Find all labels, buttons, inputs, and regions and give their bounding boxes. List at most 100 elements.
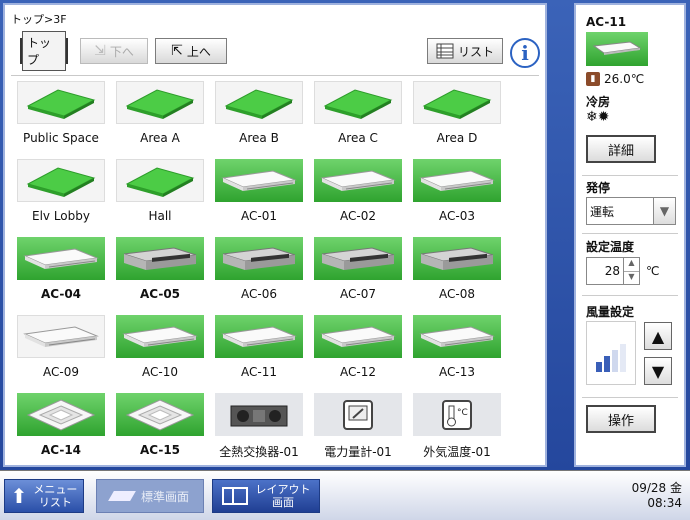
standard-screen-button[interactable]: 標準画面 bbox=[96, 479, 204, 513]
equipment-tile[interactable]: AC-03 bbox=[413, 159, 501, 229]
equipment-tile[interactable]: 全熱交換器-01 bbox=[215, 393, 303, 463]
equipment-tile-label: AC-04 bbox=[40, 287, 82, 301]
equipment-tile[interactable]: Area B bbox=[215, 81, 303, 151]
equipment-tile[interactable]: AC-15 bbox=[116, 393, 204, 463]
ceiling-ac-icon bbox=[314, 315, 402, 358]
outdoor-thermometer-icon: °C bbox=[413, 393, 501, 436]
equipment-tile-label: AC-05 bbox=[139, 287, 181, 301]
equipment-tile-label: 外気温度-01 bbox=[423, 445, 491, 459]
top-button[interactable]: トップ bbox=[20, 31, 68, 71]
equipment-tile[interactable]: Elv Lobby bbox=[17, 159, 105, 229]
equipment-tile[interactable]: AC-08 bbox=[413, 237, 501, 307]
layout-icon bbox=[221, 487, 248, 505]
cooling-fan-icon: ❄✹ bbox=[586, 109, 610, 125]
equipment-tile[interactable]: Public Space bbox=[17, 81, 105, 151]
layout-label-2: 画面 bbox=[272, 496, 294, 509]
area-zone-icon bbox=[116, 159, 204, 202]
ceiling-ac-icon bbox=[592, 41, 642, 55]
equipment-tile[interactable]: AC-09 bbox=[17, 315, 105, 385]
unit-image bbox=[586, 32, 648, 66]
area-zone-icon bbox=[116, 81, 204, 124]
layout-screen-button[interactable]: レイアウト 画面 bbox=[212, 479, 320, 513]
ceiling-ac-icon bbox=[17, 315, 105, 358]
equipment-tile[interactable]: AC-07 bbox=[314, 237, 402, 307]
spinner-down-icon[interactable]: ▼ bbox=[624, 272, 639, 285]
equipment-tile-label: AC-03 bbox=[439, 209, 475, 223]
arrow-up-icon: ⬆ bbox=[10, 484, 28, 508]
list-button[interactable]: リスト bbox=[427, 38, 503, 64]
divider bbox=[582, 295, 678, 296]
equipment-tile[interactable]: Hall bbox=[116, 159, 204, 229]
divider bbox=[582, 233, 678, 234]
equipment-tile-label: AC-15 bbox=[139, 443, 181, 457]
down-button[interactable]: ⇲ 下へ bbox=[80, 38, 148, 64]
equipment-tile-label: Area A bbox=[140, 131, 180, 145]
equipment-tile[interactable]: AC-02 bbox=[314, 159, 402, 229]
equipment-tile[interactable]: Area D bbox=[413, 81, 501, 151]
fan-up-button[interactable]: ▲ bbox=[644, 322, 672, 350]
down-button-label: 下へ bbox=[109, 44, 134, 59]
ceiling-ac-icon bbox=[215, 159, 303, 202]
ceiling-ac-icon bbox=[116, 315, 204, 358]
setpoint-unit: ℃ bbox=[646, 264, 660, 278]
equipment-tile-label: AC-02 bbox=[340, 209, 376, 223]
current-temperature: 26.0℃ bbox=[604, 72, 645, 86]
power-meter-icon bbox=[314, 393, 402, 436]
equipment-tile[interactable]: Area A bbox=[116, 81, 204, 151]
equipment-tile[interactable]: AC-13 bbox=[413, 315, 501, 385]
duct-ac-icon bbox=[314, 237, 402, 280]
equipment-tile[interactable]: AC-04 bbox=[17, 237, 105, 307]
list-icon bbox=[436, 43, 454, 59]
equipment-tile-label: 電力量計-01 bbox=[324, 445, 392, 459]
equipment-tile-label: Area B bbox=[239, 131, 279, 145]
date: 09/28 金 bbox=[631, 481, 682, 495]
onoff-select[interactable]: 運転 ▼ bbox=[586, 197, 676, 225]
detail-button[interactable]: 詳細 bbox=[586, 135, 656, 163]
equipment-tile-label: AC-01 bbox=[241, 209, 277, 223]
setpoint-spinner[interactable]: 28 ▲ ▼ bbox=[586, 257, 640, 285]
chevron-down-icon: ▼ bbox=[653, 198, 675, 224]
equipment-tile[interactable]: AC-10 bbox=[116, 315, 204, 385]
menu-label-1: メニュー bbox=[33, 483, 78, 496]
time: 08:34 bbox=[647, 496, 682, 510]
onoff-title: 発停 bbox=[586, 181, 611, 195]
detail-panel: AC-11 ▮ 26.0℃ 冷房 ❄✹ 詳細 発停 運転 ▼ 設定温度 28 ▲… bbox=[574, 3, 686, 467]
equipment-tile[interactable]: AC-11 bbox=[215, 315, 303, 385]
equipment-tile[interactable]: °C 外気温度-01 bbox=[413, 393, 501, 463]
operate-button[interactable]: 操作 bbox=[586, 405, 656, 433]
operate-button-label: 操作 bbox=[607, 413, 634, 429]
toolbar-divider bbox=[11, 75, 539, 76]
stairs-down-icon: ⇲ bbox=[94, 43, 106, 59]
ceiling-ac-icon bbox=[413, 315, 501, 358]
up-button[interactable]: ⇱ 上へ bbox=[155, 38, 227, 64]
equipment-tile[interactable]: AC-01 bbox=[215, 159, 303, 229]
equipment-tile-label: AC-11 bbox=[241, 365, 277, 379]
fan-down-button[interactable]: ▼ bbox=[644, 357, 672, 385]
spinner-up-icon[interactable]: ▲ bbox=[624, 258, 639, 272]
setpoint-value: 28 bbox=[604, 264, 620, 278]
menu-list-button[interactable]: ⬆ メニュー リスト bbox=[4, 479, 84, 513]
clock: 09/28 金 08:34 bbox=[632, 481, 682, 511]
equipment-tile-label: AC-07 bbox=[340, 287, 376, 301]
equipment-tile-label: Area C bbox=[338, 131, 378, 145]
ceiling-ac-icon bbox=[413, 159, 501, 202]
equipment-tile[interactable]: AC-12 bbox=[314, 315, 402, 385]
equipment-tile-label: AC-08 bbox=[439, 287, 475, 301]
equipment-tile[interactable]: AC-14 bbox=[17, 393, 105, 463]
duct-ac-icon bbox=[116, 237, 204, 280]
fan-level-display bbox=[586, 321, 636, 385]
area-zone-icon bbox=[17, 81, 105, 124]
equipment-tile[interactable]: Area C bbox=[314, 81, 402, 151]
floor-icon bbox=[108, 491, 136, 501]
info-button[interactable]: i bbox=[510, 38, 540, 68]
stairs-up-icon: ⇱ bbox=[171, 43, 183, 59]
equipment-tile[interactable]: AC-05 bbox=[116, 237, 204, 307]
equipment-tile[interactable]: AC-06 bbox=[215, 237, 303, 307]
equipment-tile-label: AC-09 bbox=[43, 365, 79, 379]
menu-label-2: リスト bbox=[38, 496, 72, 509]
up-button-label: 上へ bbox=[186, 44, 211, 59]
equipment-tile[interactable]: 電力量計-01 bbox=[314, 393, 402, 463]
info-icon: i bbox=[521, 41, 529, 65]
area-zone-icon bbox=[215, 81, 303, 124]
thermometer-icon: ▮ bbox=[586, 72, 600, 86]
